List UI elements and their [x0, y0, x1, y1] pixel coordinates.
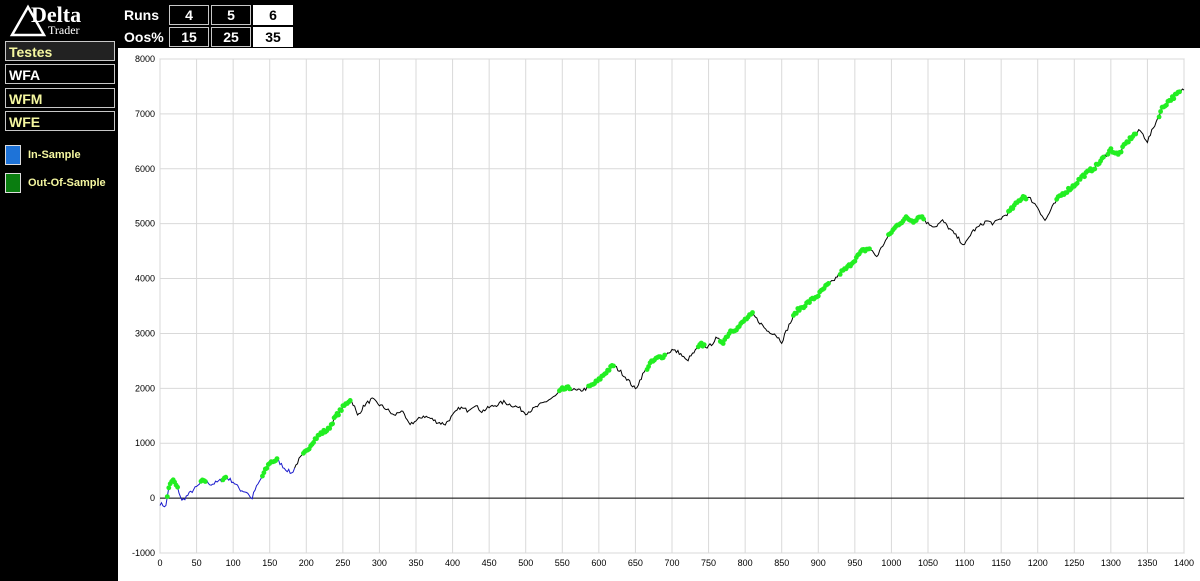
x-tick-label: 1400 — [1174, 558, 1194, 568]
oos-point — [164, 494, 170, 499]
x-tick-label: 350 — [408, 558, 423, 568]
oos-point — [1171, 96, 1177, 102]
x-tick-label: 900 — [811, 558, 826, 568]
x-tick-label: 650 — [628, 558, 643, 568]
oos-option-35[interactable]: 35 — [253, 27, 293, 47]
x-tick-label: 450 — [482, 558, 497, 568]
oos-point — [274, 456, 280, 461]
sidebar-item-wfm[interactable]: WFM — [5, 88, 115, 108]
y-tick-label: 1000 — [135, 438, 155, 448]
x-tick-label: 1350 — [1137, 558, 1157, 568]
y-tick-label: 4000 — [135, 274, 155, 284]
legend-swatch-out-of-sample — [5, 173, 21, 193]
oos-point — [1158, 109, 1163, 114]
equity-curve-chart: 0 50 100 150 200 250 300 350 400 450 500 550 600 650 7… — [118, 48, 1200, 581]
x-tick-label: 850 — [774, 558, 789, 568]
x-tick-label: 700 — [664, 558, 679, 568]
oos-point — [1092, 166, 1098, 172]
x-tick-label: 250 — [335, 558, 350, 568]
runs-option-5[interactable]: 5 — [211, 5, 251, 25]
x-tick-label: 500 — [518, 558, 533, 568]
oos-point — [202, 479, 208, 484]
x-tick-label: 50 — [192, 558, 202, 568]
x-tick-label: 1300 — [1101, 558, 1121, 568]
oos-point — [1082, 174, 1087, 180]
x-tick-label: 100 — [226, 558, 241, 568]
x-tick-label: 200 — [299, 558, 314, 568]
runs-option-6[interactable]: 6 — [253, 5, 293, 25]
y-tick-label: 3000 — [135, 328, 155, 338]
x-tick-label: 1150 — [991, 558, 1010, 568]
x-tick-label: 1250 — [1064, 558, 1084, 568]
y-tick-label: 0 — [150, 493, 155, 503]
x-tick-label: 1200 — [1028, 558, 1048, 568]
oos-point — [921, 216, 926, 222]
x-tick-label: 1100 — [955, 558, 974, 568]
y-tick-label: 6000 — [135, 164, 155, 174]
y-tick-label: 5000 — [135, 219, 155, 229]
oos-point — [826, 281, 831, 286]
x-tick-label: 950 — [847, 558, 862, 568]
oos-point — [662, 352, 668, 358]
x-tick-label: 600 — [591, 558, 606, 568]
logo-line2: Trader — [48, 23, 80, 37]
oos-point — [867, 246, 872, 252]
oos-point — [1023, 196, 1029, 202]
x-tick-label: 800 — [738, 558, 753, 568]
legend-in-sample: In-Sample — [5, 145, 81, 165]
oos-point — [611, 363, 616, 369]
delta-trader-logo: Delta Trader — [8, 2, 112, 40]
oos-point — [815, 293, 821, 299]
oos-point — [1118, 149, 1124, 155]
x-tick-label: 1000 — [881, 558, 901, 568]
sidebar-item-wfe[interactable]: WFE — [5, 111, 115, 131]
runs-label: Runs — [124, 7, 159, 23]
x-tick-label: 150 — [262, 558, 277, 568]
oos-point — [1133, 131, 1139, 137]
oos-point — [347, 398, 353, 403]
y-tick-label: 8000 — [135, 54, 155, 64]
oos-point — [1156, 114, 1162, 120]
x-tick-label: 1050 — [918, 558, 938, 568]
oos-point — [1101, 154, 1106, 160]
x-tick-label: 550 — [555, 558, 570, 568]
oos-point — [175, 484, 180, 490]
oos-point — [1177, 89, 1182, 95]
oos-point — [223, 474, 229, 480]
runs-option-4[interactable]: 4 — [169, 5, 209, 25]
sidebar-item-testes[interactable]: Testes — [5, 41, 115, 61]
x-tick-label: 0 — [157, 558, 162, 568]
oos-point — [750, 310, 755, 315]
oos-point — [339, 408, 344, 413]
x-tick-label: 300 — [372, 558, 387, 568]
legend-label-out-of-sample: Out-Of-Sample — [28, 177, 106, 189]
oos-option-15[interactable]: 15 — [169, 27, 209, 47]
x-tick-label: 400 — [445, 558, 460, 568]
oos-point — [567, 386, 572, 392]
legend-out-of-sample: Out-Of-Sample — [5, 173, 106, 193]
x-tick-label: 750 — [701, 558, 716, 568]
y-tick-label: 7000 — [135, 109, 155, 119]
y-tick-label: -1000 — [132, 548, 155, 558]
oos-point — [701, 342, 707, 348]
oos-point — [336, 412, 341, 418]
legend-swatch-in-sample — [5, 145, 21, 165]
oos-percent-label: Oos% — [124, 29, 164, 45]
oos-option-25[interactable]: 25 — [211, 27, 251, 47]
sidebar-item-wfa[interactable]: WFA — [5, 64, 115, 84]
y-tick-label: 2000 — [135, 383, 155, 393]
oos-point — [330, 421, 335, 427]
legend-label-in-sample: In-Sample — [28, 149, 81, 161]
